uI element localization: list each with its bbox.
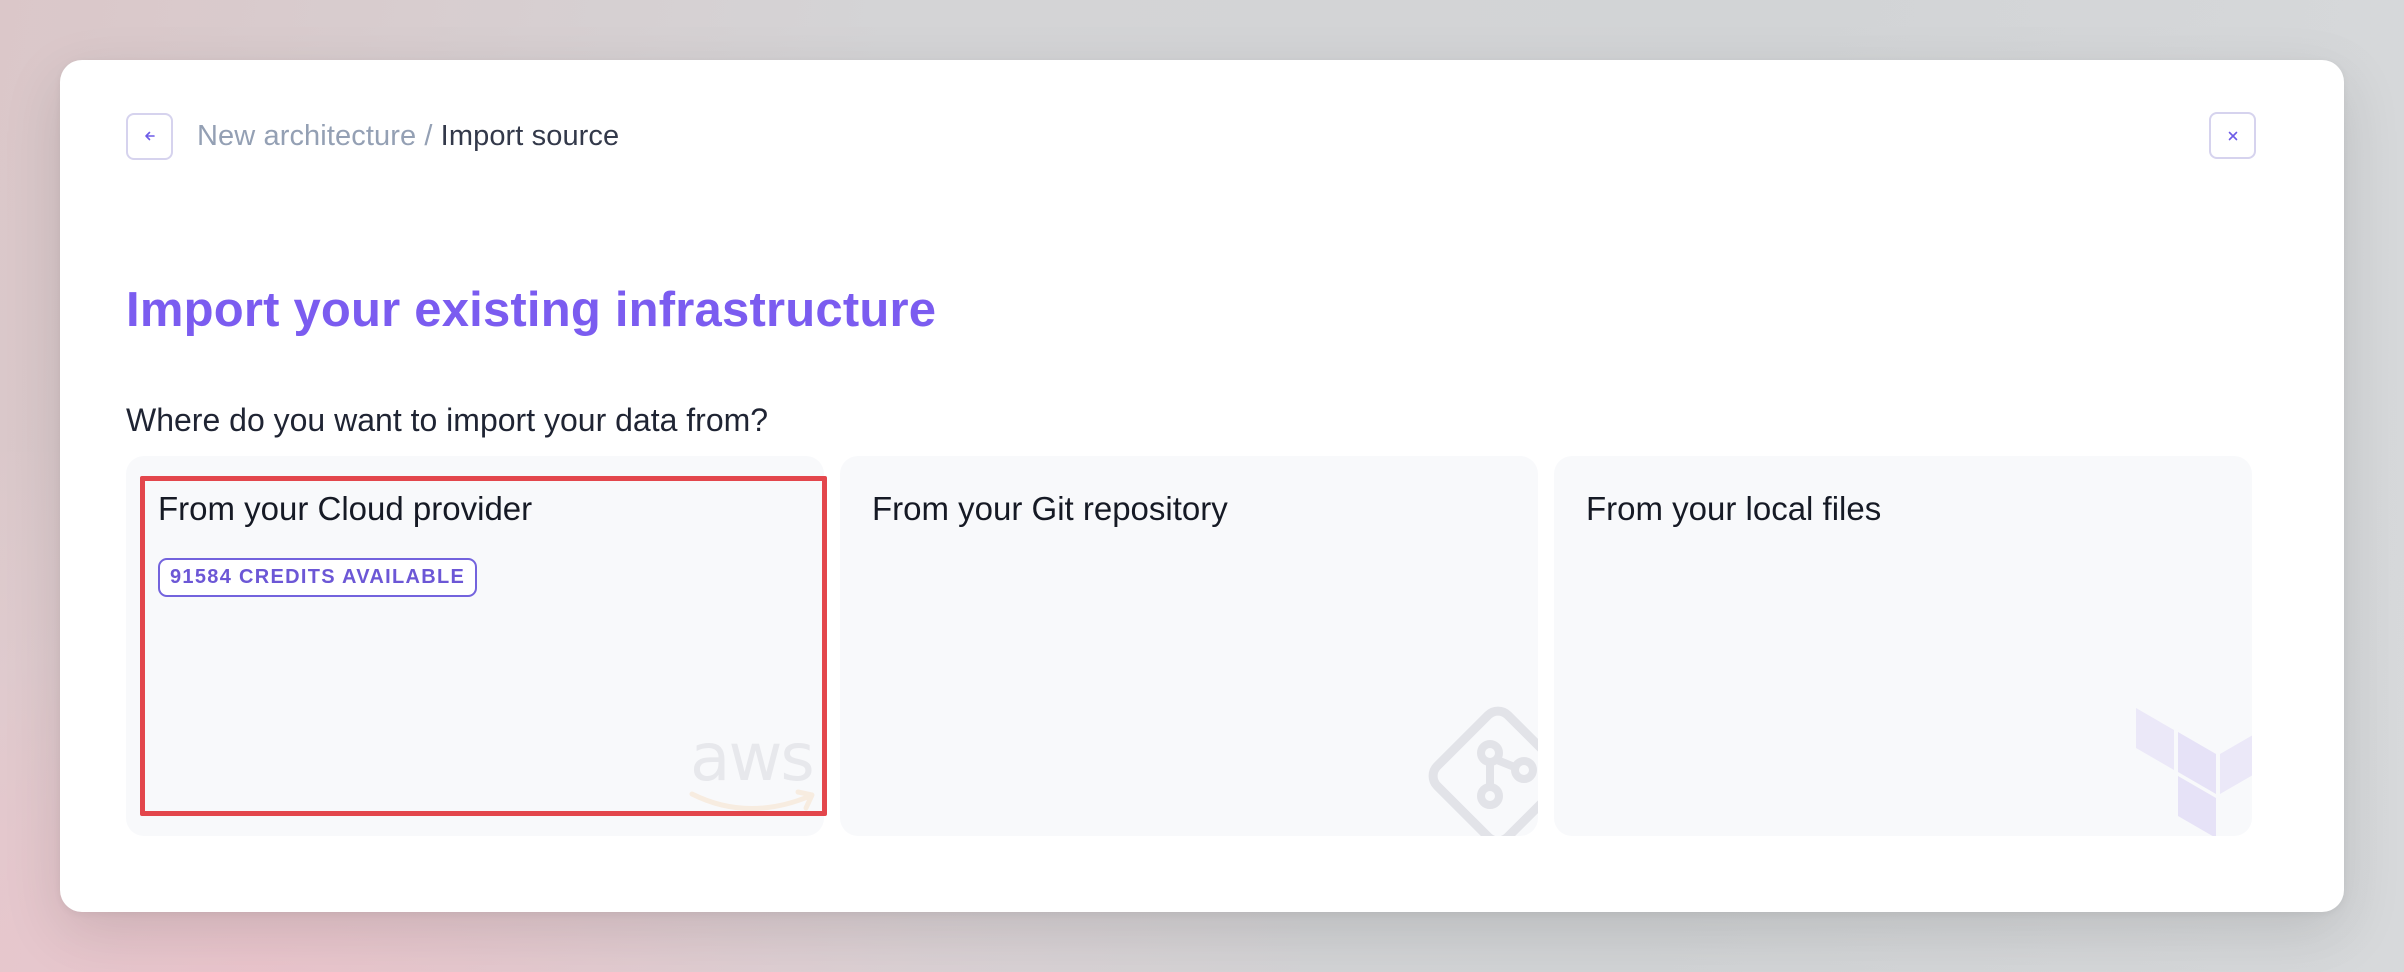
back-button[interactable] bbox=[126, 112, 173, 160]
git-logo-icon bbox=[1428, 706, 1538, 836]
breadcrumb-separator: / bbox=[416, 119, 441, 152]
breadcrumb-current: Import source bbox=[440, 119, 620, 152]
card-label: From your local files bbox=[1586, 490, 1882, 527]
card-label: From your Git repository bbox=[872, 490, 1228, 527]
selection-highlight bbox=[140, 476, 827, 816]
local-files-card[interactable]: From your local files bbox=[1554, 456, 2252, 836]
arrow-left-icon bbox=[144, 131, 155, 141]
breadcrumb-parent[interactable]: New architecture bbox=[197, 120, 416, 152]
close-button[interactable] bbox=[2209, 112, 2256, 159]
close-icon bbox=[2228, 131, 2237, 140]
terraform-logo-icon bbox=[2136, 708, 2252, 836]
breadcrumb: New architecture / Import source bbox=[197, 120, 619, 153]
git-repository-card[interactable]: From your Git repository bbox=[840, 456, 1538, 836]
source-options: From your Cloud provider 91584 CREDITS A… bbox=[126, 456, 2254, 836]
page-subtitle: Where do you want to import your data fr… bbox=[126, 402, 769, 438]
import-modal: New architecture / Import source Import … bbox=[60, 60, 2344, 912]
page-title: Import your existing infrastructure bbox=[126, 283, 937, 337]
modal-header: New architecture / Import source bbox=[126, 112, 2256, 160]
